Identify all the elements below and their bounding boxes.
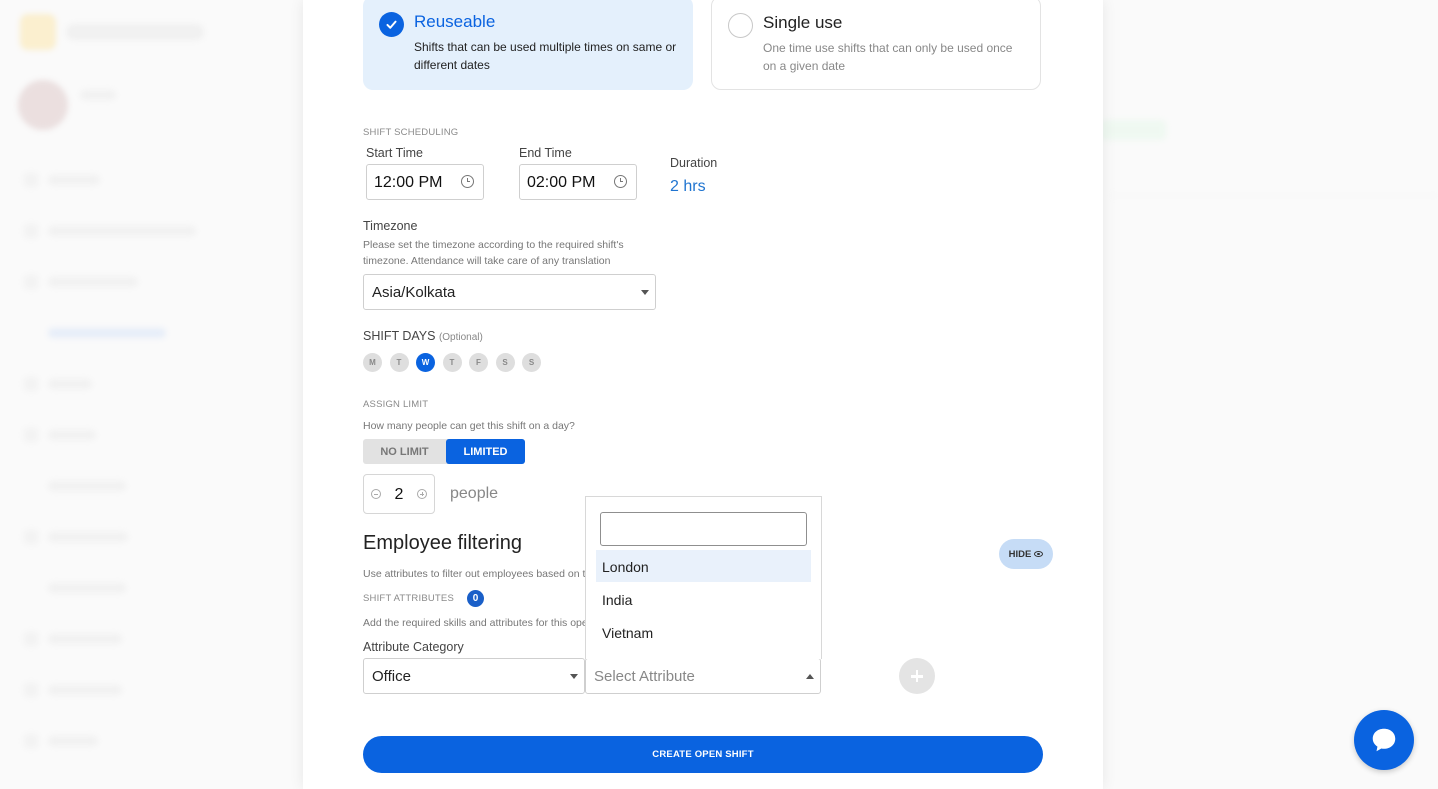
duration-value: 2 hrs <box>670 178 706 195</box>
hide-label: HIDE <box>1008 548 1032 560</box>
shift-attributes-hint: Add the required skills and attributes f… <box>363 617 588 629</box>
check-icon <box>386 20 397 29</box>
attribute-dropdown: London India Vietnam <box>585 496 822 659</box>
employee-filtering-title: Employee filtering <box>363 532 522 554</box>
attribute-option-india[interactable]: India <box>596 583 811 615</box>
single-use-description: One time use shifts that can only be use… <box>763 41 1013 73</box>
attribute-select[interactable]: Select Attribute <box>585 658 821 694</box>
day-monday[interactable]: M <box>363 353 382 372</box>
start-time-value: 12:00 PM <box>374 174 443 191</box>
duration-label: Duration <box>670 156 718 170</box>
attribute-option-vietnam[interactable]: Vietnam <box>596 616 811 648</box>
shift-scheduling-label: SHIFT SCHEDULING <box>363 127 459 138</box>
day-sunday[interactable]: S <box>522 353 541 372</box>
clock-icon[interactable] <box>614 175 627 188</box>
end-time-input[interactable]: 02:00 PM <box>519 164 637 200</box>
attributes-count-badge: 0 <box>467 590 484 607</box>
create-open-shift-button[interactable]: CREATE OPEN SHIFT <box>363 736 1043 773</box>
single-use-option-card[interactable]: Single use One time use shifts that can … <box>711 0 1041 90</box>
add-attribute-button[interactable] <box>899 658 935 694</box>
reuseable-option-card[interactable]: Reuseable Shifts that can be used multip… <box>363 0 693 90</box>
end-time-value: 02:00 PM <box>527 174 596 191</box>
attribute-placeholder: Select Attribute <box>594 668 695 685</box>
start-time-label: Start Time <box>366 146 423 160</box>
attribute-search-input[interactable] <box>600 512 807 546</box>
day-saturday[interactable]: S <box>495 353 515 372</box>
reuseable-description: Shifts that can be used multiple times o… <box>414 40 677 72</box>
attribute-category-value: Office <box>372 668 411 685</box>
timezone-hint: Please set the timezone according to the… <box>363 239 624 267</box>
employee-filtering-hint: Use attributes to filter out employees b… <box>363 568 592 580</box>
day-friday[interactable]: F <box>469 353 488 372</box>
shift-attributes-label: SHIFT ATTRIBUTES <box>363 593 454 604</box>
timezone-label: Timezone <box>363 219 418 233</box>
chevron-up-icon <box>806 674 814 679</box>
chat-widget-button[interactable] <box>1354 710 1414 770</box>
assign-limit-toggle: NO LIMIT LIMITED <box>363 439 525 464</box>
attribute-category-select[interactable]: Office <box>363 658 585 694</box>
no-limit-option[interactable]: NO LIMIT <box>363 439 446 464</box>
reuseable-radio[interactable] <box>379 12 404 37</box>
start-time-input[interactable]: 12:00 PM <box>366 164 484 200</box>
reuseable-title: Reuseable <box>414 12 496 31</box>
eye-icon <box>1034 551 1044 557</box>
day-tuesday[interactable]: T <box>389 353 409 372</box>
timezone-value: Asia/Kolkata <box>372 284 456 301</box>
assign-limit-label: ASSIGN LIMIT <box>363 399 429 410</box>
create-open-shift-modal: Reuseable Shifts that can be used multip… <box>303 0 1103 789</box>
end-time-label: End Time <box>519 146 572 160</box>
chevron-down-icon <box>641 290 649 295</box>
attribute-category-label: Attribute Category <box>363 640 464 654</box>
limited-option[interactable]: LIMITED <box>446 439 525 464</box>
chat-icon <box>1372 728 1396 752</box>
chevron-down-icon <box>570 674 578 679</box>
plus-icon[interactable] <box>417 489 427 499</box>
shift-days-label: SHIFT DAYS (Optional) <box>363 329 483 343</box>
people-count-stepper: 2 <box>363 474 435 514</box>
assign-limit-hint: How many people can get this shift on a … <box>363 420 575 432</box>
shift-days-optional: (Optional) <box>438 332 483 343</box>
people-unit-label: people <box>450 485 499 502</box>
single-use-title: Single use <box>763 13 843 32</box>
clock-icon[interactable] <box>461 175 474 188</box>
attribute-option-london[interactable]: London <box>596 550 811 582</box>
single-use-radio[interactable] <box>728 13 753 38</box>
timezone-select[interactable]: Asia/Kolkata <box>363 274 656 310</box>
shift-days-title: SHIFT DAYS <box>363 329 436 343</box>
shift-days-picker: M T W T F S S <box>363 353 541 372</box>
day-thursday[interactable]: T <box>442 353 462 372</box>
hide-button[interactable]: HIDE <box>999 539 1053 569</box>
day-wednesday[interactable]: W <box>416 353 435 372</box>
